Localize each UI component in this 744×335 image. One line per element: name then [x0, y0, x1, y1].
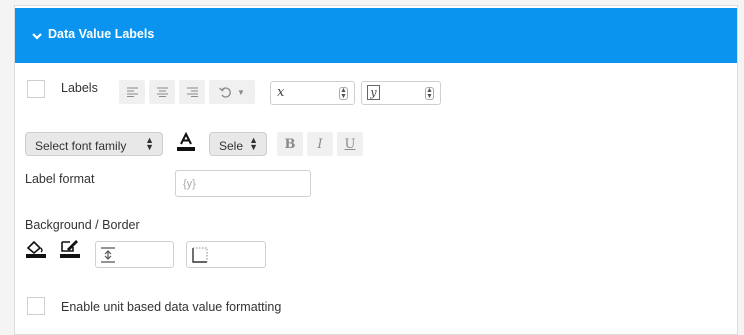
- align-right-icon[interactable]: [179, 80, 205, 104]
- bold-button[interactable]: B: [277, 132, 303, 156]
- align-left-icon[interactable]: [119, 80, 145, 104]
- font-family-select[interactable]: Select font family ▲ ▼: [25, 132, 163, 156]
- x-offset-icon: x: [277, 85, 285, 100]
- settings-panel: Data Value Labels Labels ▼ x ▲ ▼ y ▲ ▼ Sel…: [14, 5, 738, 335]
- labels-checkbox[interactable]: [27, 80, 45, 98]
- fill-color-icon[interactable]: [25, 239, 47, 259]
- border-style-icon: [192, 247, 208, 263]
- select-arrows-icon: ▲ ▼: [249, 135, 258, 152]
- font-size-select[interactable]: Select ▲▼: [209, 132, 267, 156]
- label-format-label: Label format: [25, 172, 95, 186]
- border-width-input[interactable]: [186, 241, 266, 268]
- section-header[interactable]: Data Value Labels: [15, 8, 737, 63]
- rotate-dropdown[interactable]: ▼: [209, 80, 255, 104]
- stepper-arrows-icon[interactable]: ▲ ▼: [425, 87, 434, 100]
- y-offset-icon: y: [367, 85, 380, 100]
- chevron-down-icon: [32, 33, 42, 40]
- border-color-icon[interactable]: [59, 239, 81, 259]
- label-format-input[interactable]: {y}: [175, 170, 311, 197]
- background-border-label: Background / Border: [25, 218, 140, 232]
- stepper-arrows-icon[interactable]: ▲ ▼: [339, 87, 348, 100]
- text-color-icon[interactable]: [175, 132, 197, 152]
- section-title: Data Value Labels: [48, 27, 155, 41]
- padding-input[interactable]: [95, 241, 174, 268]
- rotate-icon: [219, 87, 231, 98]
- x-offset-stepper[interactable]: x ▲ ▼: [270, 81, 355, 105]
- y-offset-stepper[interactable]: y ▲ ▼: [361, 81, 441, 105]
- padding-icon: [101, 247, 115, 263]
- underline-button[interactable]: U: [337, 132, 363, 156]
- align-center-icon[interactable]: [149, 80, 175, 104]
- italic-button[interactable]: I: [307, 132, 333, 156]
- labels-label: Labels: [61, 81, 98, 95]
- select-arrows-icon: ▲ ▼: [145, 135, 154, 152]
- unit-formatting-label: Enable unit based data value formatting: [61, 300, 282, 314]
- unit-formatting-checkbox[interactable]: [27, 297, 45, 315]
